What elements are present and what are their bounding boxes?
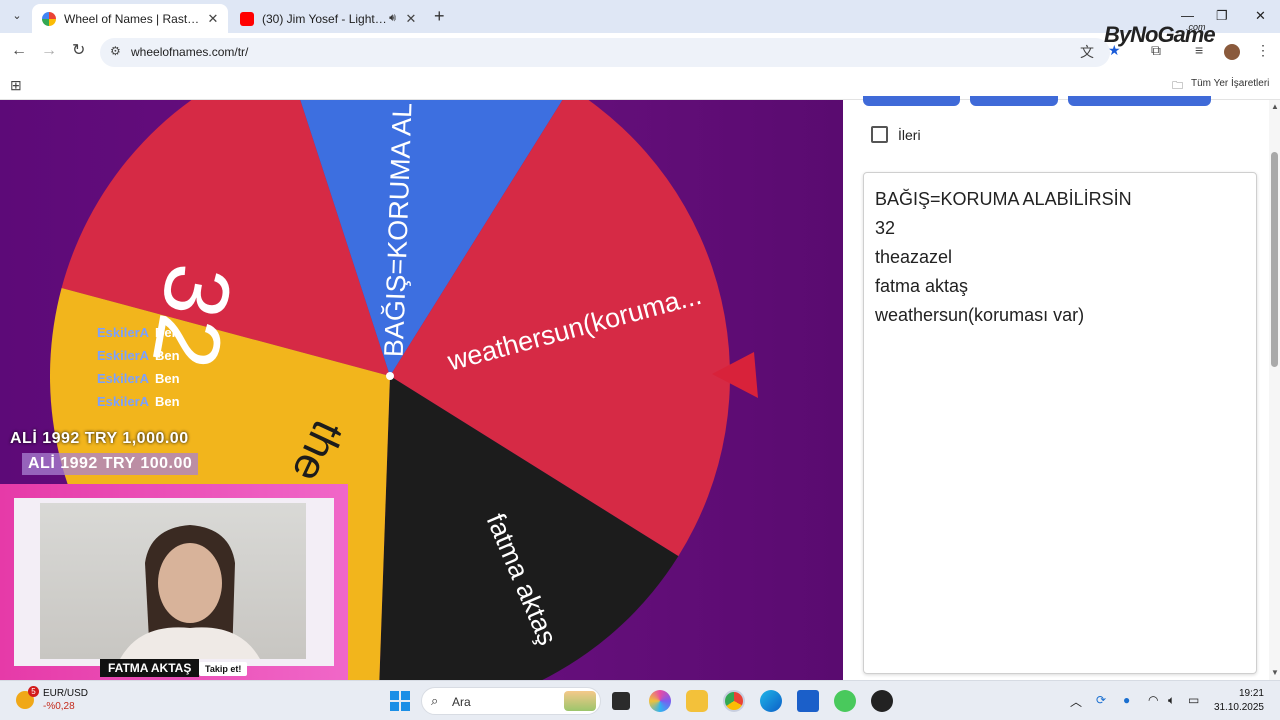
spotify-like-icon[interactable] — [834, 690, 856, 712]
chat-text: Ben — [155, 348, 180, 363]
advanced-toggle[interactable]: İleri — [871, 126, 921, 143]
chat-message: EskilerA Ben — [97, 325, 180, 340]
tab-search-chevron-icon[interactable]: ⌄ — [8, 7, 26, 25]
chat-user: EskilerA — [97, 371, 150, 386]
browser-toolbar: ← → ↻ ⚙ wheelofnames.com/tr/ 文 ★ ⧉ ≡ ⋮ — [0, 33, 1280, 71]
battery-icon[interactable]: ▭ — [1188, 693, 1199, 707]
tab-strip: ⌄ Wheel of Names | Rastgele ad seçici ✕ … — [0, 0, 1280, 33]
windows-taskbar: 5 EUR/USD -%0,28 ⌕ Ara ︿ ⟳ ● ◠ 🔈︎ ▭ 19:2… — [0, 680, 1280, 720]
tab-youtube[interactable]: (30) Jim Yosef - Lights | House 🔊︎ ✕ — [230, 4, 426, 33]
copilot-icon[interactable] — [649, 690, 671, 712]
scrollbar-thumb[interactable] — [1271, 152, 1278, 367]
entry-line: BAĞIŞ=KORUMA ALABİLİRSİN — [875, 189, 1132, 209]
advanced-label: İleri — [898, 126, 921, 143]
youtube-favicon-icon — [240, 11, 254, 26]
chrome-icon[interactable] — [723, 690, 745, 712]
scroll-down-arrow-icon[interactable]: ▼ — [1271, 668, 1279, 677]
start-windows-icon[interactable] — [390, 691, 410, 711]
tray-chevron-icon[interactable]: ︿ — [1070, 693, 1082, 710]
search-placeholder: Ara — [452, 695, 471, 709]
stock-widget-name[interactable]: EUR/USD — [43, 688, 88, 699]
forward-arrow-icon[interactable]: → — [41, 43, 57, 59]
taskbar-search[interactable]: ⌕ Ara — [421, 687, 601, 715]
google-favicon-icon — [42, 11, 56, 26]
chat-message: EskilerA Ben — [97, 371, 180, 386]
clock-date[interactable]: 31.10.2025 — [1212, 702, 1264, 713]
chat-user: EskilerA — [97, 394, 150, 409]
store-icon[interactable] — [797, 690, 819, 712]
chat-text: Ben — [155, 371, 180, 386]
notification-badge: 5 — [28, 686, 39, 697]
entry-line: theazazel — [875, 247, 953, 267]
all-bookmarks-link[interactable]: Tüm Yer İşaretleri — [1191, 78, 1269, 89]
wifi-icon[interactable]: ◠ — [1148, 693, 1158, 707]
sync-icon[interactable]: ⟳ — [1096, 693, 1106, 707]
entry-line: fatma aktaş — [875, 276, 969, 296]
chat-user: EskilerA — [97, 325, 150, 340]
volume-icon[interactable]: 🔈︎ — [1168, 693, 1175, 708]
address-bar[interactable]: ⚙ wheelofnames.com/tr/ — [100, 38, 1110, 67]
follow-button[interactable]: Takip et! — [199, 662, 248, 676]
site-info-icon[interactable]: ⚙ — [110, 44, 121, 58]
speaker-icon[interactable]: 🔊︎ — [389, 12, 396, 25]
obs-icon[interactable] — [871, 690, 893, 712]
close-tab-icon[interactable]: ✕ — [204, 11, 222, 27]
menu-kebab-icon[interactable]: ⋮ — [1256, 42, 1270, 59]
wheel-canvas-area[interactable]: 32 BAĞIŞ=KORUMA AL weathersun(koruma... … — [0, 100, 843, 680]
add-image-button[interactable] — [1068, 96, 1211, 106]
back-arrow-icon[interactable]: ← — [11, 43, 27, 59]
stock-widget-change: -%0,28 — [43, 701, 75, 712]
wheel-center-dot — [386, 372, 394, 380]
page-scrollbar[interactable] — [1269, 100, 1280, 680]
entries-panel: İleri BAĞIŞ=KORUMA ALABİLİRSİN 32 theaza… — [843, 96, 1280, 680]
file-explorer-icon[interactable] — [686, 690, 708, 712]
shuffle-button[interactable] — [863, 96, 960, 106]
restore-icon[interactable]: ❐ — [1216, 8, 1228, 24]
sort-button[interactable] — [970, 96, 1058, 106]
window-close-icon[interactable]: ✕ — [1255, 8, 1266, 24]
tab-title: (30) Jim Yosef - Lights | House — [262, 11, 389, 26]
task-view-icon[interactable] — [612, 692, 630, 710]
donation-alert-highlight: ALİ 1992 TRY 100.00 — [22, 453, 199, 475]
minimize-icon[interactable]: — — [1181, 8, 1194, 23]
watermark-suffix: .com — [1186, 22, 1206, 32]
url-text: wheelofnames.com/tr/ — [131, 45, 249, 59]
entries-textarea[interactable]: BAĞIŞ=KORUMA ALABİLİRSİN 32 theazazel fa… — [863, 172, 1257, 674]
edge-icon[interactable] — [760, 690, 782, 712]
entry-line: weathersun(koruması var) — [875, 305, 1085, 325]
webcam-frame: FATMA AKTAŞ Takip et! — [0, 484, 348, 680]
entry-line: 32 — [875, 218, 896, 238]
reload-icon[interactable]: ↻ — [72, 43, 85, 59]
tab-title: Wheel of Names | Rastgele ad seçici — [64, 11, 204, 26]
webcam-video — [40, 503, 306, 659]
translate-icon[interactable]: 文 — [1080, 42, 1094, 62]
profile-avatar[interactable] — [1224, 44, 1240, 60]
clock-time[interactable]: 19:21 — [1232, 688, 1264, 699]
scroll-up-arrow-icon[interactable]: ▲ — [1271, 102, 1279, 111]
search-highlight-icon — [564, 691, 596, 711]
tab-wheel-of-names[interactable]: Wheel of Names | Rastgele ad seçici ✕ — [32, 4, 228, 33]
chat-text: Ben — [155, 325, 180, 340]
chat-message: EskilerA Ben — [97, 394, 180, 409]
folder-icon[interactable]: 🗀 — [1172, 77, 1183, 96]
apps-grid-icon[interactable]: ⊞ — [10, 77, 22, 94]
streamer-name: FATMA AKTAŞ — [100, 659, 200, 677]
microphone-icon[interactable]: ● — [1123, 693, 1130, 707]
donation-alert: ALİ 1992 TRY 1,000.00 — [10, 430, 189, 447]
chat-message: EskilerA Ben — [97, 348, 180, 363]
advanced-checkbox[interactable] — [871, 126, 888, 143]
new-tab-plus-icon[interactable]: + — [434, 7, 445, 25]
close-tab-icon[interactable]: ✕ — [402, 11, 420, 27]
search-icon: ⌕ — [431, 693, 439, 708]
chat-text: Ben — [155, 394, 180, 409]
chat-user: EskilerA — [97, 348, 150, 363]
streamer-silhouette — [120, 525, 260, 659]
